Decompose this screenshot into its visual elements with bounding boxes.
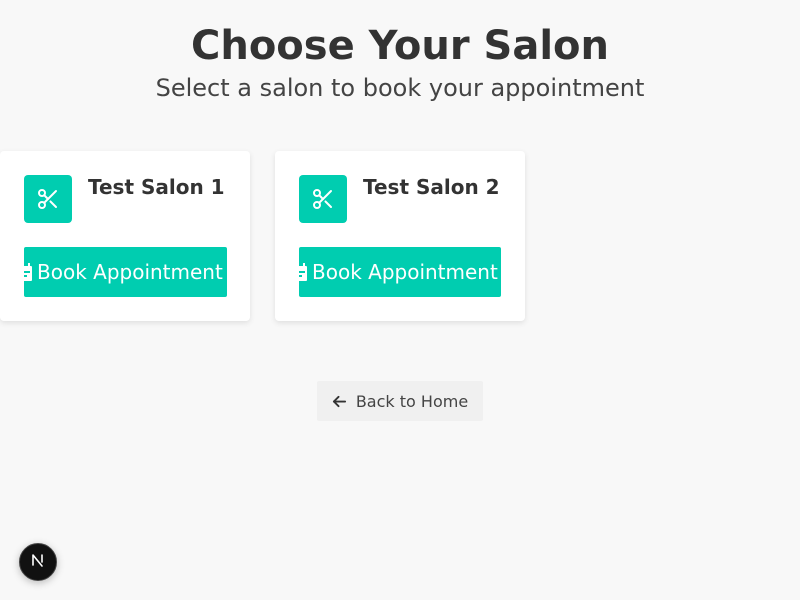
next-logo-icon <box>30 552 46 572</box>
book-appointment-label: Book Appointment <box>37 260 223 284</box>
dev-tools-badge[interactable] <box>19 543 57 581</box>
salon-card: Test Salon 2 Book Appointment <box>275 151 525 321</box>
book-appointment-button[interactable]: Book Appointment <box>299 247 501 297</box>
book-appointment-button[interactable]: Book Appointment <box>24 247 227 297</box>
salon-name: Test Salon 2 <box>363 175 500 199</box>
calendar-icon <box>24 262 33 282</box>
scissors-icon <box>299 175 347 223</box>
page-header: Choose Your Salon Select a salon to book… <box>0 20 800 104</box>
arrow-left-icon <box>332 394 347 409</box>
calendar-icon <box>299 262 308 282</box>
salon-card: Test Salon 1 Book Appointment <box>0 151 250 321</box>
page-subtitle: Select a salon to book your appointment <box>155 74 645 102</box>
salon-selection-page: Choose Your Salon Select a salon to book… <box>0 0 800 600</box>
salon-name: Test Salon 1 <box>88 175 225 199</box>
back-to-home-label: Back to Home <box>355 391 469 411</box>
page-title: Choose Your Salon <box>190 23 610 69</box>
scissors-icon <box>24 175 72 223</box>
back-to-home-button[interactable]: Back to Home <box>317 381 483 421</box>
book-appointment-label: Book Appointment <box>312 260 498 284</box>
